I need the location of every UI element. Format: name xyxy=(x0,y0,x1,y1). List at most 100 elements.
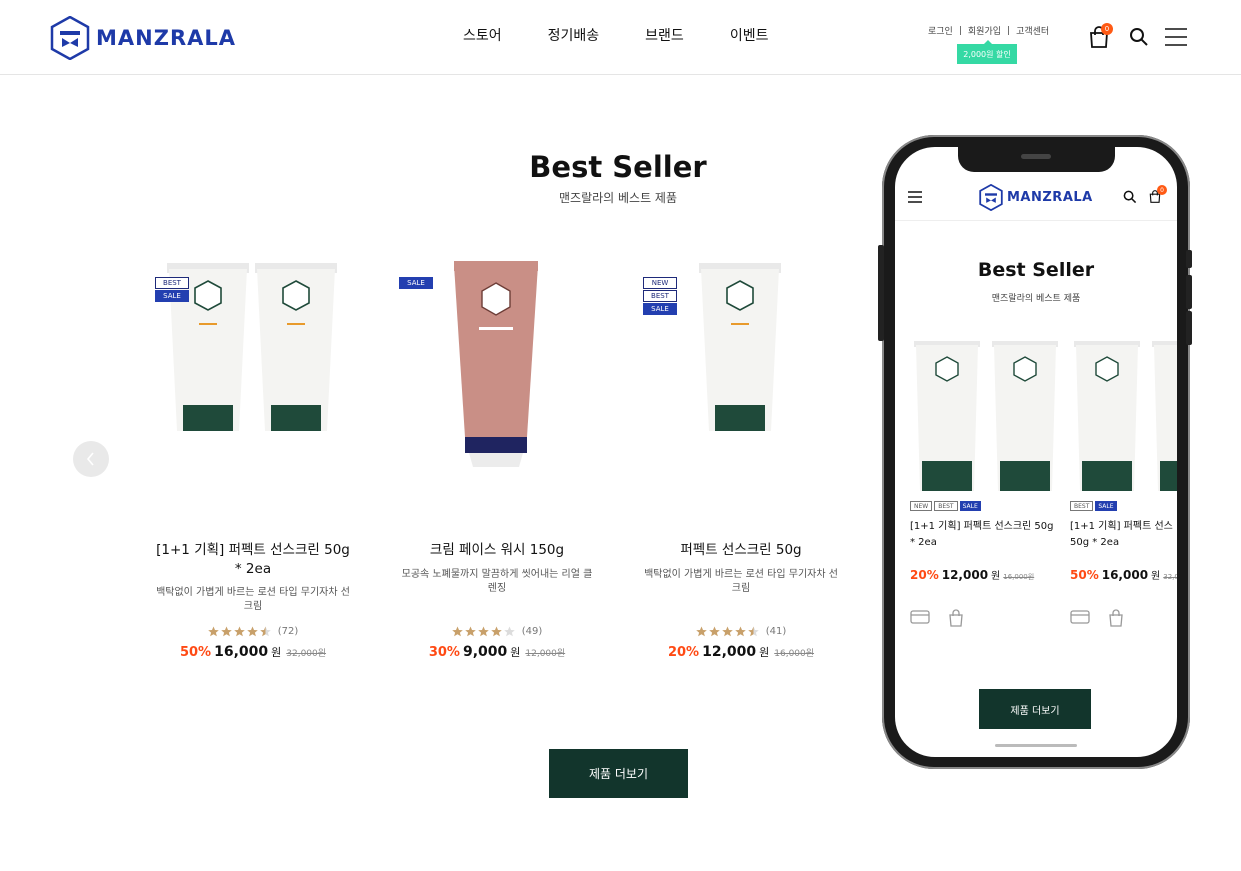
product-badges: SALE xyxy=(399,277,433,289)
nav-item-store[interactable]: 스토어 xyxy=(463,25,502,45)
mobile-more-products-button[interactable]: 제품 더보기 xyxy=(979,689,1091,729)
star-icon xyxy=(246,626,258,637)
product-rating: (72) xyxy=(155,626,351,637)
sunscreen-twin-image xyxy=(1074,341,1177,491)
product-name-line: [1+1 기획] 퍼펙트 선스 xyxy=(1070,521,1173,532)
hamburger-menu-icon[interactable] xyxy=(908,191,922,203)
badge-new: NEW xyxy=(643,277,677,289)
discount-rate: 50% xyxy=(1070,568,1099,582)
badge-best: BEST xyxy=(155,277,189,289)
phone-side-button xyxy=(878,245,884,341)
page: MANZRALA 스토어 정기배송 브랜드 이벤트 로그인 | 회원가입 | 고… xyxy=(0,0,1241,871)
discount-rate: 20% xyxy=(910,568,939,582)
section-title: Best Seller xyxy=(529,150,707,184)
support-link[interactable]: 고객센터 xyxy=(1016,24,1049,37)
badge-sale: SALE xyxy=(399,277,433,289)
cart-add-icon[interactable] xyxy=(1108,609,1124,627)
product-actions xyxy=(910,609,964,627)
hamburger-menu-icon[interactable] xyxy=(1165,27,1187,47)
product-name[interactable]: 퍼펙트 선스크린 50g xyxy=(643,541,839,560)
star-rating xyxy=(207,626,271,637)
review-count: (72) xyxy=(277,626,299,637)
site-header: MANZRALA 스토어 정기배송 브랜드 이벤트 로그인 | 회원가입 | 고… xyxy=(0,0,1241,75)
mobile-section-subtitle: 맨즈랄라의 베스트 제품 xyxy=(991,294,1081,304)
product-image[interactable] xyxy=(1070,341,1177,495)
sale-price: 16,000 xyxy=(214,644,269,660)
product-card[interactable]: SALE 크림 페이스 워시 150g 모공속 노폐물까지 말끔하게 씻어내는 … xyxy=(399,255,595,660)
product-image[interactable] xyxy=(904,341,1060,495)
product-price: 20% 12,000 원 16,000원 xyxy=(910,567,1034,582)
logo-mark-icon xyxy=(979,184,1003,211)
original-price: 32,000 xyxy=(1163,573,1177,581)
product-card[interactable]: NEW BEST SALE 퍼펙트 선스크린 50g 백탁없이 가볍게 바르는 … xyxy=(643,255,839,660)
star-rating xyxy=(451,626,515,637)
section-subtitle: 맨즈랄라의 베스트 제품 xyxy=(558,191,678,205)
product-rating: (41) xyxy=(643,626,839,637)
product-price: 30% 9,000 원 12,000원 xyxy=(399,644,595,660)
more-products-button[interactable]: 제품 더보기 xyxy=(549,749,688,798)
phone-side-button xyxy=(1186,311,1192,345)
currency: 원 xyxy=(510,646,521,659)
card-payment-icon[interactable] xyxy=(910,609,930,625)
product-price: 50% 16,000 원 32,000 xyxy=(1070,567,1177,582)
currency: 원 xyxy=(759,646,770,659)
product-name[interactable]: [1+1 기획] 퍼펙트 선스크린 50g * 2ea xyxy=(155,541,351,579)
product-name[interactable]: [1+1 기획] 퍼펙트 선스 50g * 2ea xyxy=(1070,519,1177,551)
sale-price: 12,000 xyxy=(941,568,989,582)
product-image[interactable]: NEW BEST SALE xyxy=(643,255,839,495)
search-icon[interactable] xyxy=(1129,27,1149,47)
review-count: (41) xyxy=(765,626,787,637)
phone-screen: MANZRALA 0 Best Seller 맨즈랄라의 베스트 제품 NEW … xyxy=(895,147,1177,757)
star-icon xyxy=(747,626,759,637)
star-icon xyxy=(207,626,219,637)
badge-best: BEST xyxy=(1070,501,1094,511)
product-description: 백탁없이 가볍게 바르는 로션 타입 무기자차 선크림 xyxy=(156,587,350,612)
product-actions xyxy=(1070,609,1124,627)
nav-item-subscription[interactable]: 정기배송 xyxy=(548,25,600,45)
star-icon xyxy=(233,626,245,637)
cart-add-icon[interactable] xyxy=(948,609,964,627)
badge-best: BEST xyxy=(643,290,677,302)
face-wash-tube-image xyxy=(454,261,538,467)
mobile-brand-logo[interactable]: MANZRALA xyxy=(979,184,1093,211)
mobile-section-title: Best Seller xyxy=(977,259,1095,281)
badge-sale: SALE xyxy=(959,501,981,511)
search-icon[interactable] xyxy=(1123,190,1137,204)
phone-side-button xyxy=(1186,275,1192,309)
currency: 원 xyxy=(271,646,282,659)
original-price: 32,000원 xyxy=(286,649,327,659)
phone-mockup: MANZRALA 0 Best Seller 맨즈랄라의 베스트 제품 NEW … xyxy=(878,135,1192,769)
product-image[interactable]: SALE xyxy=(399,255,595,495)
badge-sale: SALE xyxy=(643,303,677,315)
login-link[interactable]: 로그인 xyxy=(928,24,953,37)
nav-item-brand[interactable]: 브랜드 xyxy=(645,25,684,45)
card-payment-icon[interactable] xyxy=(1070,609,1090,625)
cart-count-badge: 0 xyxy=(1101,23,1113,35)
divider: | xyxy=(1007,25,1011,36)
original-price: 16,000원 xyxy=(774,649,815,659)
brand-logo[interactable]: MANZRALA xyxy=(50,16,236,60)
signup-link[interactable]: 회원가입 xyxy=(968,24,1001,37)
product-name[interactable]: 크림 페이스 워시 150g xyxy=(399,541,595,560)
star-icon xyxy=(708,626,720,637)
product-image[interactable]: BEST SALE xyxy=(155,255,351,495)
product-rating: (49) xyxy=(399,626,595,637)
sunscreen-twin-image xyxy=(904,341,1058,491)
main-nav: 스토어 정기배송 브랜드 이벤트 xyxy=(463,25,814,45)
star-rating xyxy=(695,626,759,637)
signup-coupon-badge[interactable]: 2,000원 할인 xyxy=(957,40,1017,64)
product-badges: BEST SALE xyxy=(1070,501,1117,511)
phone-side-button xyxy=(1186,250,1192,268)
carousel-prev-button[interactable] xyxy=(73,441,109,477)
star-icon xyxy=(490,626,502,637)
product-card[interactable]: BEST SALE [1+1 기획] 퍼펙트 선스크린 50g * 2ea 백탁… xyxy=(155,255,351,660)
phone-notch xyxy=(958,147,1115,172)
product-price: 50% 16,000 원 32,000원 xyxy=(155,644,351,660)
original-price: 16,000원 xyxy=(1003,573,1035,581)
star-icon xyxy=(220,626,232,637)
product-description: 백탁없이 가볍게 바르는 로션 타입 무기자차 선크림 xyxy=(644,569,838,594)
sale-price: 9,000 xyxy=(462,644,508,660)
logo-mark-icon xyxy=(50,16,90,60)
product-name[interactable]: [1+1 기획] 퍼펙트 선스크린 50g * 2ea xyxy=(910,519,1060,551)
nav-item-event[interactable]: 이벤트 xyxy=(730,25,769,45)
